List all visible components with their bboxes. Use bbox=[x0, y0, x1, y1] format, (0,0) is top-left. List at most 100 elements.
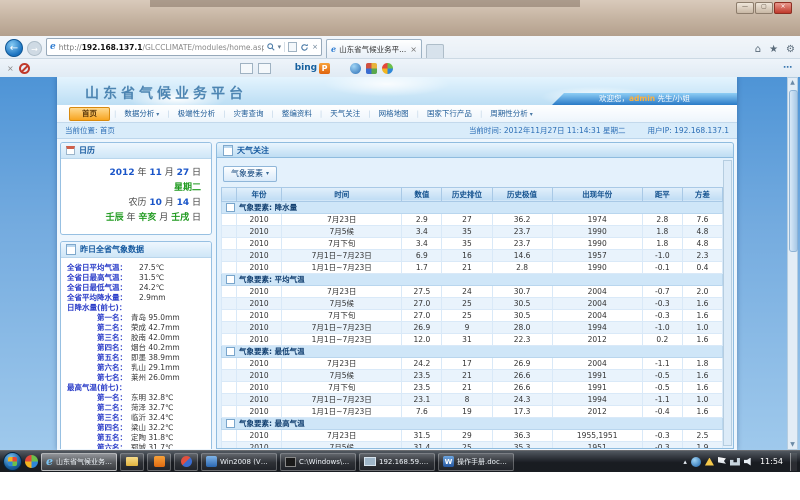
nav-item[interactable]: 国家下行产品 bbox=[419, 108, 480, 119]
nav-item[interactable]: 周期性分析 ▾ bbox=[482, 108, 540, 119]
volume-icon[interactable] bbox=[744, 458, 753, 466]
tray-warning-icon[interactable] bbox=[705, 458, 714, 466]
weather-rank-row: 第五名：定陶 31.8℃ bbox=[67, 433, 207, 443]
table-row: 20107月下旬23.52126.61991-0.51.6 bbox=[222, 381, 723, 393]
nav-item[interactable]: 网格地图 bbox=[371, 108, 417, 119]
main-nav: 首页|数据分析 ▾|极端性分析|灾害查询|整编资料|天气关注|网格地图|国家下行… bbox=[57, 105, 737, 123]
browser-scrollbar[interactable]: ▲ ▼ bbox=[787, 77, 798, 450]
table-cell: 25 bbox=[442, 441, 492, 449]
scroll-up-icon[interactable]: ▲ bbox=[788, 79, 797, 86]
taskbar-window-button[interactable]: C:\Windows\s... bbox=[280, 453, 356, 471]
nav-item[interactable]: 首页 bbox=[69, 107, 110, 121]
home-icon[interactable]: ⌂ bbox=[755, 44, 761, 55]
table-cell: 2010 bbox=[237, 321, 282, 333]
element-filter-button[interactable]: 气象要素 ▾ bbox=[223, 166, 277, 182]
main-panel-title: 天气关注 bbox=[237, 145, 269, 156]
close-button[interactable]: × bbox=[774, 2, 792, 14]
search-dropdown-icon[interactable]: ▾ bbox=[278, 43, 282, 51]
rank-value: 青岛 95.0mm bbox=[131, 313, 180, 323]
table-cell: -0.3 bbox=[642, 441, 682, 449]
word-icon: W bbox=[443, 456, 454, 467]
weather-watch-box: 气象要素 ▾ 年份时间数值历史排位历史极值出现年份距平方差 气象要素: 降水量2… bbox=[216, 157, 734, 449]
taskbar-app-button[interactable] bbox=[147, 453, 171, 471]
action-center-flag-icon[interactable] bbox=[718, 457, 726, 466]
more-addons-icon[interactable]: ⋯ bbox=[783, 63, 793, 73]
rank-value: 烟台 40.2mm bbox=[131, 343, 180, 353]
table-cell: 2010 bbox=[237, 393, 282, 405]
nav-item[interactable]: 极端性分析 bbox=[170, 108, 224, 119]
tab-close-icon[interactable]: × bbox=[410, 45, 417, 54]
minimize-button[interactable]: — bbox=[736, 2, 754, 14]
scrollbar-thumb[interactable] bbox=[789, 90, 798, 252]
table-cell: 1974 bbox=[552, 213, 642, 225]
group-checkbox[interactable] bbox=[226, 347, 235, 356]
browser-back-button[interactable]: ← bbox=[5, 39, 23, 57]
rank-label: 第四名： bbox=[97, 343, 131, 353]
taskbar-window-label: 192.168.59.99... bbox=[379, 458, 430, 466]
group-checkbox[interactable] bbox=[226, 275, 235, 284]
nav-item[interactable]: 数据分析 ▾ bbox=[116, 108, 167, 119]
mail-icon[interactable] bbox=[240, 63, 253, 74]
toolbar-close-icon[interactable]: × bbox=[7, 64, 14, 73]
table-cell: 1951 bbox=[552, 441, 642, 449]
address-bar[interactable]: e http://192.168.137.1/GLCCLIMATE/module… bbox=[46, 38, 322, 56]
table-cell: 1.9 bbox=[682, 441, 722, 449]
table-cell: 30.7 bbox=[492, 285, 552, 297]
taskbar-app-button[interactable] bbox=[120, 453, 144, 471]
taskbar-clock[interactable]: 11:54 bbox=[757, 457, 786, 466]
table-cell: 2010 bbox=[237, 357, 282, 369]
search-icon[interactable] bbox=[267, 43, 275, 51]
bing-search-addon[interactable]: bing P bbox=[295, 63, 330, 74]
show-desktop-button[interactable] bbox=[790, 453, 797, 471]
maximize-button[interactable]: ▢ bbox=[755, 2, 773, 14]
system-tray: ▴ 11:54 bbox=[683, 453, 797, 471]
rank-label: 第六名： bbox=[97, 363, 131, 373]
table-cell: 2010 bbox=[237, 225, 282, 237]
table-cell: 1990 bbox=[552, 237, 642, 249]
taskbar-window-button[interactable]: Win2008 (VS2... bbox=[201, 453, 277, 471]
browser-tab[interactable]: e 山东省气候业务平... × bbox=[326, 39, 422, 58]
photos-addon-icon[interactable] bbox=[366, 63, 377, 74]
refresh-icon[interactable] bbox=[300, 43, 309, 52]
taskbar-app-button[interactable] bbox=[174, 453, 198, 471]
table-cell: 7.6 bbox=[402, 405, 442, 417]
table-cell: 7月23日 bbox=[282, 285, 402, 297]
taskbar: e山东省气候业务平... Win2008 (VS2...C:\Windows\s.… bbox=[0, 450, 800, 472]
card-icon[interactable] bbox=[258, 63, 271, 74]
nav-item[interactable]: 天气关注 bbox=[322, 108, 368, 119]
taskbar-window-button[interactable]: W操作手册.docx ... bbox=[438, 453, 514, 471]
table-cell: 0.2 bbox=[642, 333, 682, 345]
panel-scrollbar[interactable] bbox=[723, 160, 732, 446]
globe-addon-icon[interactable] bbox=[350, 63, 361, 74]
hidden-icons-chevron[interactable]: ▴ bbox=[683, 458, 687, 466]
table-cell: 35 bbox=[442, 237, 492, 249]
tools-gear-icon[interactable]: ⚙ bbox=[786, 44, 795, 55]
rank-value: 菏泽 32.7℃ bbox=[131, 403, 174, 413]
group-checkbox[interactable] bbox=[226, 203, 235, 212]
taskbar-window-label: 山东省气候业务平... bbox=[56, 457, 112, 467]
new-tab-button[interactable] bbox=[426, 44, 444, 58]
table-cell: 1.6 bbox=[682, 333, 722, 345]
favorites-star-icon[interactable]: ★ bbox=[769, 44, 778, 55]
taskbar-window-button[interactable]: e山东省气候业务平... bbox=[41, 453, 117, 471]
group-checkbox[interactable] bbox=[226, 419, 235, 428]
table-cell: 27.0 bbox=[402, 297, 442, 309]
blocked-icon[interactable] bbox=[19, 63, 30, 74]
stop-icon[interactable]: × bbox=[312, 43, 318, 51]
network-icon[interactable] bbox=[730, 458, 740, 466]
scroll-down-icon[interactable]: ▼ bbox=[788, 441, 797, 448]
start-button[interactable] bbox=[3, 452, 22, 471]
taskbar-window-button[interactable]: 192.168.59.99... bbox=[359, 453, 435, 471]
rank-value: 临沂 32.4℃ bbox=[131, 413, 174, 423]
nav-item[interactable]: 整编资料 bbox=[274, 108, 320, 119]
table-cell: 1.8 bbox=[642, 225, 682, 237]
compatibility-view-icon[interactable] bbox=[288, 42, 297, 52]
share-addon-icon[interactable] bbox=[382, 63, 393, 74]
browser-forward-button[interactable]: → bbox=[27, 41, 42, 56]
nav-item[interactable]: 灾害查询 bbox=[226, 108, 272, 119]
pinned-app-icon[interactable] bbox=[25, 455, 38, 468]
table-cell: 2010 bbox=[237, 249, 282, 261]
table-cell: 1991 bbox=[552, 381, 642, 393]
table-cell: 0.4 bbox=[682, 261, 722, 273]
tray-globe-icon[interactable] bbox=[691, 457, 701, 467]
